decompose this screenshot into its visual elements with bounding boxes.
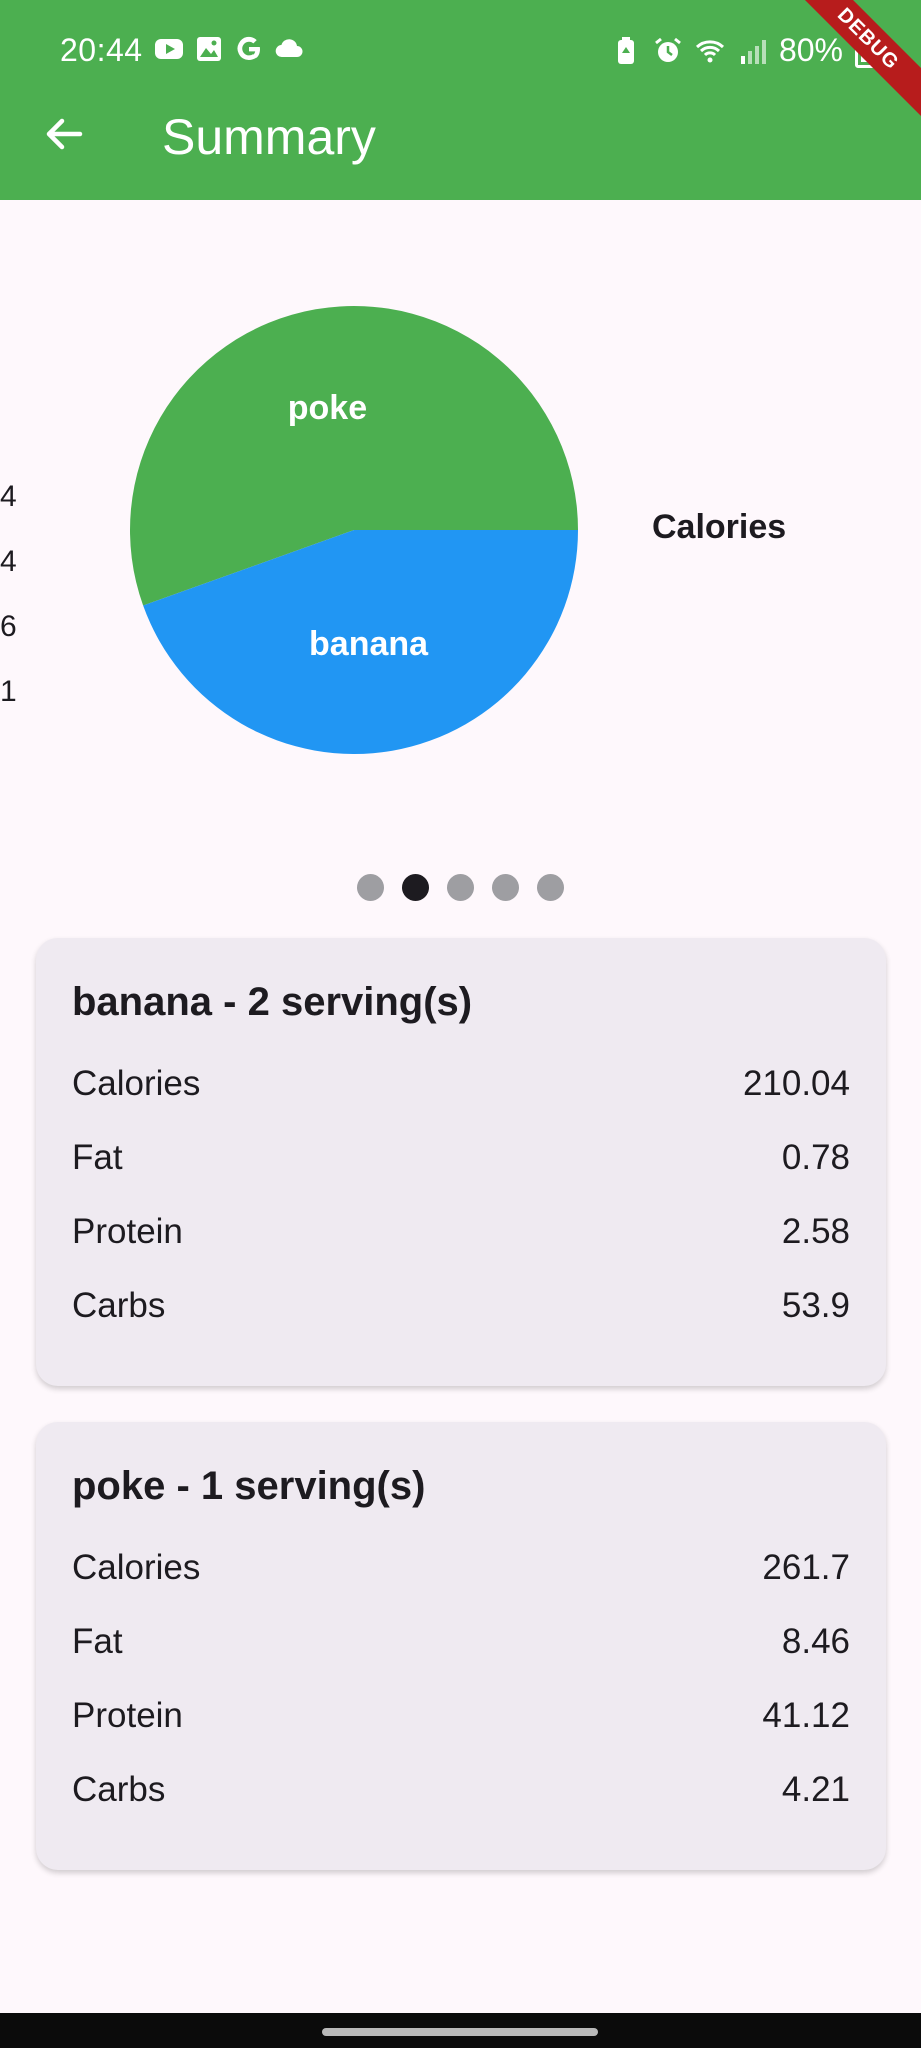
nutrient-value: 8.46 <box>781 1622 850 1661</box>
signal-icon <box>740 39 766 64</box>
gallery-icon <box>197 37 221 61</box>
pie-slice-label: poke <box>288 389 367 427</box>
card-title: poke - 1 serving(s) <box>72 1464 426 1508</box>
system-nav-bar <box>0 2013 921 2048</box>
chart-metric-label: Calories <box>652 508 787 546</box>
status-time: 20:44 <box>60 32 143 68</box>
nutrient-value: 53.9 <box>781 1286 850 1325</box>
pie-slice-label: banana <box>309 625 429 663</box>
nutrient-label: Protein <box>72 1212 183 1251</box>
cloud-icon <box>275 39 303 58</box>
page-dot-active[interactable] <box>402 874 429 901</box>
gesture-handle[interactable] <box>322 2028 598 2036</box>
nutrient-row: Fat 8.46 <box>72 1605 850 1679</box>
food-card-poke: poke - 1 serving(s) Calories 261.7 Fat 8… <box>36 1422 886 1870</box>
nutrient-row: Carbs 4.21 <box>72 1753 850 1827</box>
nutrient-label: Fat <box>72 1622 123 1661</box>
summary-screen: 20:44 80% Summary DEBUG poke banana 4 4 … <box>0 0 921 2048</box>
axis-number: 4 <box>0 480 17 513</box>
nutrient-row: Carbs 53.9 <box>72 1269 850 1343</box>
axis-number: 1 <box>0 675 17 708</box>
nutrient-label: Carbs <box>72 1770 166 1809</box>
youtube-icon <box>155 39 183 59</box>
nutrient-row: Fat 0.78 <box>72 1121 850 1195</box>
status-left-icons <box>154 34 304 64</box>
status-right: 80% <box>611 32 881 69</box>
arrow-back-icon[interactable] <box>40 110 88 158</box>
alarm-icon <box>655 37 681 62</box>
nutrient-label: Calories <box>72 1548 201 1587</box>
calories-pie-chart[interactable]: poke banana 4 4 6 1 Calories <box>0 200 921 840</box>
nutrient-row: Protein 41.12 <box>72 1679 850 1753</box>
axis-numbers: 4 4 6 1 <box>0 480 17 740</box>
nutrient-value: 261.7 <box>762 1548 850 1587</box>
battery-percent: 80% <box>778 32 843 68</box>
nutrient-value: 0.78 <box>781 1138 850 1177</box>
nutrient-label: Protein <box>72 1696 183 1735</box>
page-dot[interactable] <box>447 874 474 901</box>
nutrient-value: 2.58 <box>781 1212 850 1251</box>
nutrient-label: Carbs <box>72 1286 166 1325</box>
page-indicator <box>0 874 921 901</box>
nutrient-value: 4.21 <box>781 1770 850 1809</box>
nutrient-value: 210.04 <box>742 1064 850 1103</box>
page-dot[interactable] <box>537 874 564 901</box>
nutrient-row: Calories 261.7 <box>72 1531 850 1605</box>
axis-number: 4 <box>0 545 17 578</box>
wifi-icon <box>695 39 724 62</box>
page-dot[interactable] <box>357 874 384 901</box>
page-dot[interactable] <box>492 874 519 901</box>
card-title: banana - 2 serving(s) <box>72 980 473 1024</box>
axis-number: 6 <box>0 610 17 643</box>
app-bar: 20:44 80% Summary DEBUG <box>0 0 921 200</box>
nutrient-label: Calories <box>72 1064 201 1103</box>
nutrient-row: Calories 210.04 <box>72 1047 850 1121</box>
nutrient-value: 41.12 <box>762 1696 850 1735</box>
food-card-banana: banana - 2 serving(s) Calories 210.04 Fa… <box>36 938 886 1386</box>
nutrient-label: Fat <box>72 1138 123 1177</box>
google-icon <box>237 36 260 61</box>
page-title: Summary <box>162 109 376 165</box>
nutrient-row: Protein 2.58 <box>72 1195 850 1269</box>
battery-saver-icon <box>617 36 634 64</box>
